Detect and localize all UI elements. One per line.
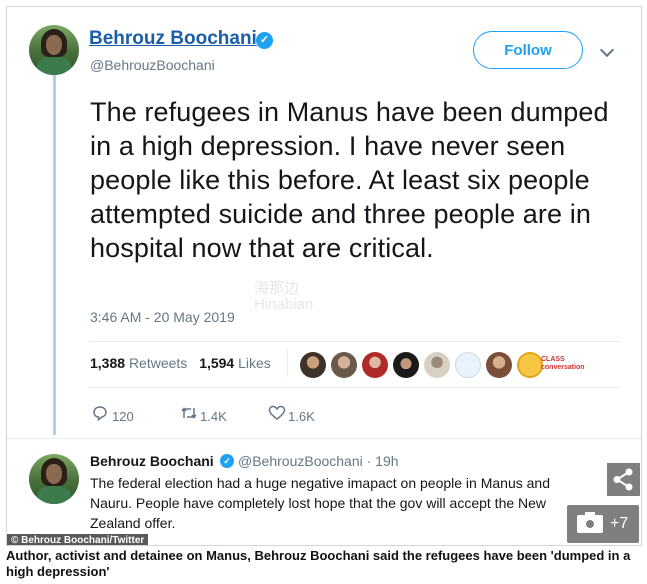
reply-handle-time[interactable]: @BehrouzBoochani · 19h (238, 453, 399, 469)
reply-author-name[interactable]: Behrouz Boochani (90, 453, 214, 469)
divider (7, 438, 641, 439)
liker-avatar-label[interactable]: CLASS conversation (541, 356, 585, 372)
liker-avatar[interactable] (455, 352, 481, 378)
liker-avatar[interactable] (300, 352, 326, 378)
reply-text: The federal election had a huge negative… (90, 475, 550, 531)
gallery-button[interactable]: +7 (567, 505, 639, 543)
liker-avatar[interactable] (331, 352, 357, 378)
share-icon (613, 468, 633, 491)
liker-avatar[interactable] (486, 352, 512, 378)
gallery-count: +7 (610, 515, 629, 532)
thread-line (53, 75, 56, 435)
retweet-button[interactable]: 1.4K (180, 405, 227, 425)
verified-badge-icon: ✓ (256, 32, 273, 49)
chevron-down-icon[interactable] (599, 42, 615, 58)
reply-avatar[interactable] (29, 454, 79, 504)
share-button[interactable] (607, 463, 640, 496)
camera-icon (577, 512, 603, 533)
embedded-tweet-screenshot: Behrouz Boochani ✓ @BehrouzBoochani Foll… (6, 6, 642, 546)
image-caption: Author, activist and detainee on Manus, … (6, 548, 631, 579)
liker-avatar[interactable] (517, 352, 543, 378)
reply-icon (92, 405, 112, 425)
engagement-stats: 1,388 Retweets 1,594 Likes (90, 355, 271, 371)
retweet-icon (180, 405, 200, 425)
liker-avatar[interactable] (424, 352, 450, 378)
avatar[interactable] (29, 25, 79, 75)
heart-icon (268, 405, 288, 425)
likes-stat[interactable]: 1,594 Likes (199, 355, 271, 371)
reply-button[interactable]: 120 (92, 405, 134, 425)
divider (90, 387, 620, 388)
tweet-text: The refugees in Manus have been dumped i… (90, 97, 609, 263)
divider (90, 341, 620, 342)
tweet-timestamp[interactable]: 3:46 AM - 20 May 2019 (90, 309, 235, 325)
photo-credit: © Behrouz Boochani/Twitter (7, 534, 149, 545)
liker-avatar[interactable] (393, 352, 419, 378)
liker-avatar[interactable] (362, 352, 388, 378)
divider (287, 349, 288, 377)
author-handle[interactable]: @BehrouzBoochani (90, 57, 215, 73)
like-button[interactable]: 1.6K (268, 405, 315, 425)
watermark: 海那边 Hinabian (254, 280, 314, 313)
verified-badge-icon: ✓ (220, 454, 234, 468)
follow-button[interactable]: Follow (473, 31, 583, 69)
retweets-stat[interactable]: 1,388 Retweets (90, 355, 187, 371)
author-name-link[interactable]: Behrouz Boochani (89, 28, 257, 50)
